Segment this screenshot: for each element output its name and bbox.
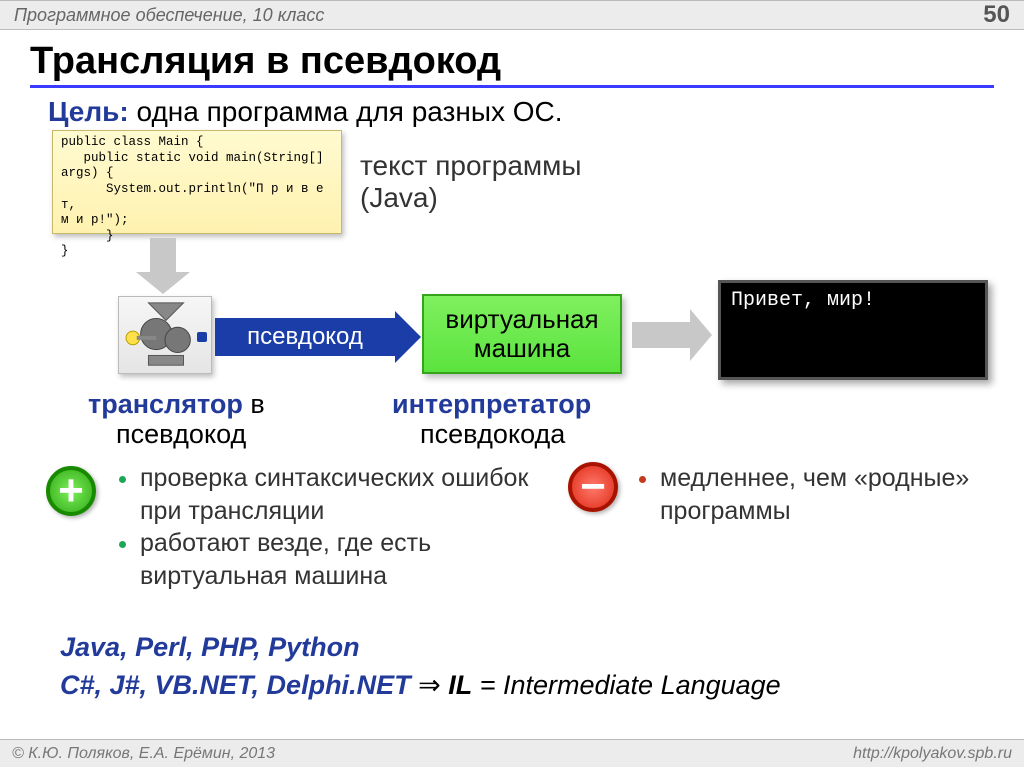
caption-translator-rest: в [243,389,265,419]
cons-item: медленнее, чем «родные» программы [660,462,980,527]
languages-line-2: C#, J#, VB.NET, Delphi.NET ⇒ IL = Interm… [60,670,781,701]
pseudocode-arrow: псевдокод [215,318,395,356]
footer-url: http://kpolyakov.spb.ru [853,745,1012,763]
console-output-box: Привет, мир! [718,280,988,380]
footer-author: © К.Ю. Поляков, Е.А. Ерёмин, 2013 [12,745,275,763]
pseudocode-arrow-label: псевдокод [247,323,363,351]
pros-item: проверка синтаксических ошибок при транс… [140,462,530,527]
slide-title: Трансляция в псевдокод [30,40,994,88]
caption-interpreter-b: интерпретатор [392,389,591,419]
console-output-text: Привет, мир! [731,289,875,312]
pros-list: проверка синтаксических ошибок при транс… [120,462,530,592]
caption-translator-sub: псевдокод [116,419,246,449]
goal-label: Цель: [48,96,129,127]
virtual-machine-label: виртуальная машина [445,305,598,362]
topbar: Программное обеспечение, 10 класс 50 [0,0,1024,30]
caption-translator-b: транслятор [88,389,243,419]
caption-translator: транслятор в псевдокод [88,390,265,449]
footer: © К.Ю. Поляков, Е.А. Ерёмин, 2013 http:/… [0,739,1024,767]
program-text-label: текст программы (Java) [360,150,582,214]
languages-line-1: Java, Perl, PHP, Python [60,632,360,663]
cons-list: медленнее, чем «родные» программы [640,462,980,527]
caption-interpreter-sub: псевдокода [420,419,565,449]
subject-label: Программное обеспечение, 10 класс [14,5,324,26]
langs2-il-rest: = Intermediate Language [472,670,780,700]
source-code-box: public class Main { public static void m… [52,130,342,234]
arrow-down-icon [150,238,176,274]
caption-interpreter: интерпретатор псевдокода [392,390,591,449]
goal-line: Цель: одна программа для разных ОС. [48,96,984,128]
progtext-line1: текст программы [360,150,582,181]
minus-icon: − [568,462,618,512]
goal-text: одна программа для разных ОС. [129,96,563,127]
arrow-right-icon [632,322,690,348]
plus-icon: + [46,466,96,516]
langs2-il: IL [448,670,472,700]
langs2-left: C#, J#, VB.NET, Delphi.NET [60,670,411,700]
progtext-line2: (Java) [360,182,438,213]
pros-item: работают везде, где есть виртуальная маш… [140,527,530,592]
virtual-machine-box: виртуальная машина [422,294,622,374]
page-number: 50 [983,1,1010,29]
langs2-arrow: ⇒ [411,670,449,700]
